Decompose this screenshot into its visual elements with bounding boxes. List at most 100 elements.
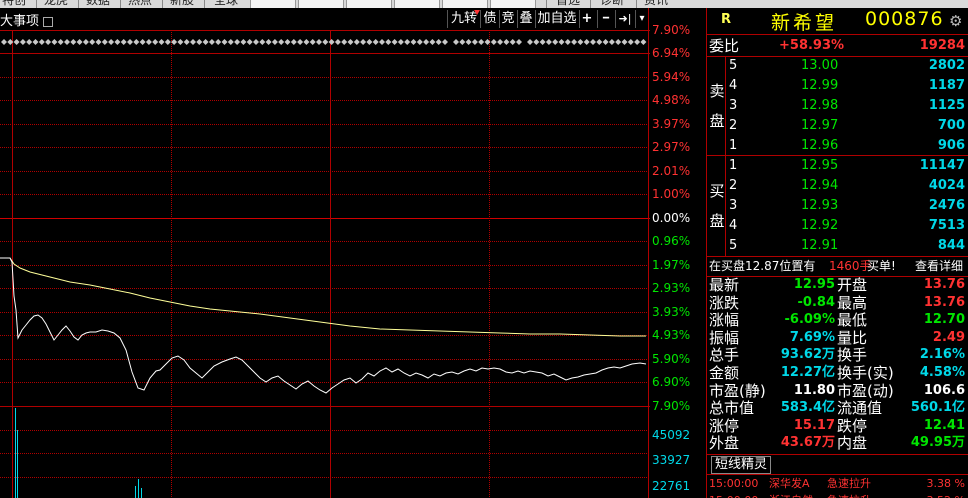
- event-diamond-icon[interactable]: [303, 39, 310, 45]
- event-diamond-icon[interactable]: [497, 39, 504, 45]
- event-diamond-icon[interactable]: [227, 39, 234, 45]
- event-diamond-icon[interactable]: [139, 39, 146, 45]
- event-diamond-icon[interactable]: [145, 39, 152, 45]
- event-diamond-icon[interactable]: [571, 39, 578, 45]
- event-diamond-icon[interactable]: [453, 39, 459, 45]
- event-diamond-icon[interactable]: [366, 39, 373, 45]
- event-diamond-icon[interactable]: [234, 39, 241, 45]
- zoom-in-icon[interactable]: +: [580, 10, 594, 28]
- short-sprite-row[interactable]: 15:00:00 深华发A 急速拉升 3.38 %: [707, 475, 968, 492]
- event-diamond-icon[interactable]: [57, 39, 64, 45]
- event-diamond-icon[interactable]: [38, 39, 45, 45]
- event-diamond-icon[interactable]: [322, 39, 329, 45]
- event-diamond-icon[interactable]: [353, 39, 360, 45]
- add-favorite-button[interactable]: 加自选: [536, 10, 578, 28]
- event-diamond-icon[interactable]: [1, 39, 7, 45]
- event-diamond-icon[interactable]: [316, 39, 322, 45]
- event-diamond-icon[interactable]: [552, 39, 559, 45]
- event-diamond-icon[interactable]: [404, 39, 411, 45]
- buy-order-row[interactable]: 4 12.92 7513: [707, 216, 968, 236]
- event-diamond-icon[interactable]: [379, 39, 385, 45]
- event-diamond-icon[interactable]: [240, 39, 247, 45]
- event-diamond-icon[interactable]: [341, 39, 348, 45]
- view-detail-link[interactable]: 查看详细: [915, 256, 963, 276]
- buy-order-row[interactable]: 1 12.95 11147: [707, 156, 968, 176]
- event-diamond-icon[interactable]: [309, 39, 316, 45]
- event-diamond-icon[interactable]: [328, 39, 335, 45]
- jump-end-icon[interactable]: ➜|: [616, 10, 634, 28]
- event-diamond-icon[interactable]: [45, 39, 52, 45]
- event-diamond-icon[interactable]: [265, 39, 272, 45]
- sell-order-row[interactable]: 3 12.98 1125: [707, 96, 968, 116]
- event-diamond-icon[interactable]: [221, 39, 228, 45]
- overlay-button[interactable]: 叠: [518, 10, 534, 28]
- event-diamond-icon[interactable]: [64, 39, 70, 45]
- event-diamond-icon[interactable]: [114, 39, 121, 45]
- event-diamond-icon[interactable]: [164, 39, 171, 45]
- event-diamond-icon[interactable]: [442, 39, 448, 45]
- event-diamond-icon[interactable]: [347, 39, 354, 45]
- event-diamond-icon[interactable]: [590, 39, 596, 45]
- short-sprite-title[interactable]: 短线精灵: [711, 456, 772, 474]
- event-diamond-icon[interactable]: [120, 39, 127, 45]
- event-diamond-icon[interactable]: [539, 39, 546, 45]
- event-diamond-icon[interactable]: [385, 39, 392, 45]
- event-diamond-icon[interactable]: [133, 39, 140, 45]
- buy-order-row[interactable]: 2 12.94 4024: [707, 176, 968, 196]
- event-diamond-icon[interactable]: [465, 39, 472, 45]
- event-diamond-icon[interactable]: [410, 39, 417, 45]
- event-diamond-icon[interactable]: [372, 39, 379, 45]
- sell-order-row[interactable]: 4 12.99 1187: [707, 76, 968, 96]
- event-diamond-icon[interactable]: [190, 39, 196, 45]
- event-diamond-icon[interactable]: [459, 39, 466, 45]
- event-diamond-icon[interactable]: [640, 39, 647, 45]
- event-diamond-icon[interactable]: [527, 39, 533, 45]
- event-diamond-icon[interactable]: [435, 39, 442, 45]
- event-diamond-icon[interactable]: [183, 39, 190, 45]
- event-diamond-icon[interactable]: [516, 39, 522, 45]
- sell-order-row[interactable]: 1 12.96 906: [707, 136, 968, 156]
- zoom-out-icon[interactable]: ━: [598, 10, 614, 28]
- event-diamond-icon[interactable]: [89, 39, 96, 45]
- event-diamond-icon[interactable]: [545, 39, 552, 45]
- event-diamond-icon[interactable]: [558, 39, 565, 45]
- event-diamond-icon[interactable]: [177, 39, 184, 45]
- event-diamond-icon[interactable]: [202, 39, 209, 45]
- event-diamond-icon[interactable]: [284, 39, 291, 45]
- event-diamond-icon[interactable]: [564, 39, 571, 45]
- event-diamond-icon[interactable]: [416, 39, 423, 45]
- event-diamond-icon[interactable]: [76, 39, 83, 45]
- event-diamond-icon[interactable]: [215, 39, 222, 45]
- event-diamond-icon[interactable]: [397, 39, 404, 45]
- event-diamond-icon[interactable]: [13, 39, 20, 45]
- buy-order-row[interactable]: 5 12.91 844: [707, 236, 968, 256]
- buy-order-row[interactable]: 3 12.93 2476: [707, 196, 968, 216]
- event-diamond-icon[interactable]: [334, 39, 341, 45]
- close-checkbox-icon[interactable]: [43, 16, 54, 27]
- event-diamond-icon[interactable]: [101, 39, 108, 45]
- event-diamond-icon[interactable]: [271, 39, 278, 45]
- event-diamond-icon[interactable]: [423, 39, 430, 45]
- event-diamond-icon[interactable]: [152, 39, 159, 45]
- event-diamond-icon[interactable]: [627, 39, 634, 45]
- event-diamond-icon[interactable]: [32, 39, 39, 45]
- event-diamond-icon[interactable]: [259, 39, 266, 45]
- event-diamond-icon[interactable]: [615, 39, 622, 45]
- dropdown-icon[interactable]: ▾: [636, 10, 648, 28]
- event-diamond-icon[interactable]: [602, 39, 609, 45]
- event-diamond-icon[interactable]: [246, 39, 253, 45]
- bond-button[interactable]: 债: [482, 10, 498, 28]
- event-diamond-icon[interactable]: [360, 39, 367, 45]
- event-diamond-icon[interactable]: [503, 39, 510, 45]
- event-diamond-icon[interactable]: [509, 39, 516, 45]
- event-diamond-icon[interactable]: [51, 39, 58, 45]
- event-diamond-icon[interactable]: [82, 39, 89, 45]
- event-diamond-icon[interactable]: [253, 39, 259, 45]
- event-diamond-icon[interactable]: [278, 39, 285, 45]
- event-diamond-icon[interactable]: [127, 39, 133, 45]
- event-diamond-icon[interactable]: [19, 39, 26, 45]
- short-sprite-row[interactable]: 15:00:00 浙江自然 急速拉升 3.52 %: [707, 492, 968, 498]
- event-diamond-icon[interactable]: [391, 39, 398, 45]
- sell-order-row[interactable]: 2 12.97 700: [707, 116, 968, 136]
- event-diamond-icon[interactable]: [596, 39, 603, 45]
